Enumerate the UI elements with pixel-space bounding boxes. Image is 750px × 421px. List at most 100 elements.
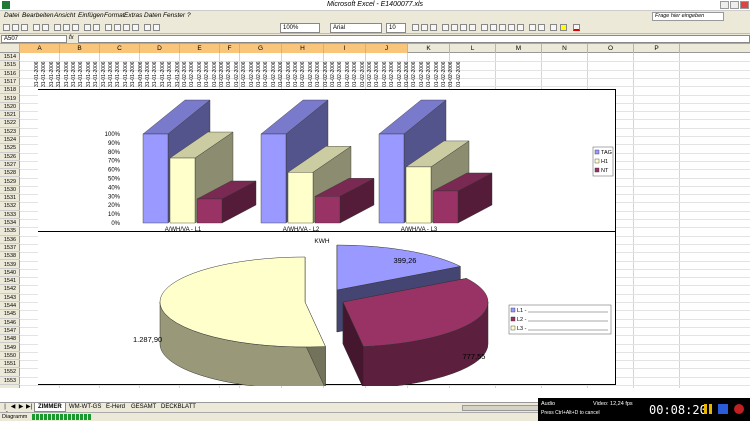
pie-chart[interactable]: KWH 399,26 777,55 1.287,90 L1 - L2 - L3 - [38,231,616,388]
column-header[interactable]: J [366,44,408,53]
date-cell[interactable]: 31-01-2006 [93,54,100,87]
row-header[interactable]: 1539 [0,261,20,269]
row-header[interactable]: 1550 [0,352,20,361]
date-cell[interactable]: 01-02-2006 [256,54,263,87]
date-cell[interactable]: 31-01-2006 [49,54,56,87]
borders-icon[interactable] [550,24,557,31]
date-cell[interactable]: 01-02-2006 [182,54,189,87]
row-header[interactable]: 1517 [0,78,20,87]
date-cell[interactable]: 01-02-2006 [397,54,404,87]
menu-format[interactable]: Format [104,12,125,19]
date-cell[interactable]: 01-02-2006 [374,54,381,87]
date-cell[interactable]: 01-02-2006 [367,54,374,87]
open-icon[interactable] [12,24,19,31]
menu-daten[interactable]: Daten [144,12,161,19]
date-cell[interactable]: 01-02-2006 [404,54,411,87]
first-sheet-button[interactable]: |◀ [2,404,8,417]
date-cell[interactable]: 31-01-2006 [108,54,115,87]
date-cell[interactable]: 31-01-2006 [167,54,174,87]
date-cell[interactable]: 01-02-2006 [293,54,300,87]
date-cell[interactable]: 31-01-2006 [56,54,63,87]
date-cell[interactable]: 31-01-2006 [130,54,137,87]
date-cell[interactable]: 01-02-2006 [189,54,196,87]
align-left-icon[interactable] [442,24,449,31]
row-header[interactable]: 1525 [0,144,20,153]
decrease-indent-icon[interactable] [529,24,536,31]
date-cell[interactable]: 01-02-2006 [448,54,455,87]
chart-wizard-icon[interactable] [144,24,151,31]
thousands-icon[interactable] [499,24,506,31]
date-cell[interactable]: 31-01-2006 [152,54,159,87]
fx-icon[interactable]: fx [69,35,77,43]
column-header[interactable]: N [542,44,588,53]
date-cell[interactable]: 01-02-2006 [382,54,389,87]
minimize-icon[interactable] [720,1,729,9]
date-cell[interactable]: 31-01-2006 [86,54,93,87]
copy-icon[interactable] [63,24,70,31]
row-header[interactable]: 1545 [0,310,20,319]
row-header[interactable]: 1548 [0,335,20,344]
row-header[interactable]: 1518 [0,86,20,95]
sheet-tab-e-herd[interactable]: E-Herd [103,403,128,412]
column-header[interactable]: F [220,44,240,53]
row-header[interactable]: 1519 [0,95,20,103]
date-cell[interactable]: 01-02-2006 [226,54,233,87]
row-header[interactable]: 1529 [0,178,20,186]
date-cell[interactable]: 31-01-2006 [64,54,71,87]
row-header[interactable]: 1526 [0,153,20,161]
sort-desc-icon[interactable] [132,24,139,31]
print-icon[interactable] [33,24,40,31]
menu-bearbeiten[interactable]: Bearbeiten [22,12,53,19]
bold-icon[interactable] [412,24,419,31]
pause-icon[interactable] [704,404,712,414]
row-header[interactable]: 1533 [0,211,20,219]
row-header[interactable]: 1544 [0,302,20,311]
percent-icon[interactable] [490,24,497,31]
row-header[interactable]: 1531 [0,194,20,203]
row-header[interactable]: 1520 [0,103,20,112]
row-header[interactable]: 1542 [0,285,20,294]
date-cell[interactable]: 01-02-2006 [345,54,352,87]
date-cell[interactable]: 01-02-2006 [204,54,211,87]
menu-einfuegen[interactable]: Einfügen [78,12,104,19]
date-cell[interactable]: 01-02-2006 [219,54,226,87]
column-header[interactable]: I [324,44,366,53]
formula-input[interactable] [78,35,750,43]
column-header[interactable]: H [282,44,324,53]
column-header[interactable]: D [140,44,180,53]
row-header[interactable]: 1538 [0,252,20,261]
date-cell[interactable]: 01-02-2006 [411,54,418,87]
date-cell[interactable]: 01-02-2006 [330,54,337,87]
row-header[interactable]: 1516 [0,70,20,78]
font-select[interactable]: Arial [330,23,382,33]
date-cell[interactable]: 31-01-2006 [115,54,122,87]
select-all-corner[interactable] [0,44,20,53]
menu-help[interactable]: ? [187,12,191,19]
sheet-tab-gesamt[interactable]: GESAMT [128,403,159,412]
italic-icon[interactable] [421,24,428,31]
date-cell[interactable]: 31-01-2006 [41,54,48,87]
column-header[interactable]: M [496,44,542,53]
date-cell[interactable]: 31-01-2006 [145,54,152,87]
date-cell[interactable]: 31-01-2006 [123,54,130,87]
save-icon[interactable] [21,24,28,31]
date-cell[interactable]: 01-02-2006 [234,54,241,87]
column-header[interactable]: P [634,44,680,53]
date-cell[interactable]: 01-02-2006 [315,54,322,87]
date-cell[interactable]: 01-02-2006 [263,54,270,87]
name-box[interactable]: A507 [1,35,67,43]
date-cell[interactable]: 01-02-2006 [286,54,293,87]
date-cell[interactable]: 31-01-2006 [34,54,41,87]
column-header[interactable]: A [20,44,60,53]
date-cell[interactable]: 01-02-2006 [441,54,448,87]
date-cell[interactable]: 01-02-2006 [300,54,307,87]
date-cell[interactable]: 31-01-2006 [175,54,182,87]
date-cell[interactable]: 01-02-2006 [249,54,256,87]
date-cell[interactable]: 31-01-2006 [101,54,108,87]
row-header[interactable]: 1523 [0,128,20,136]
worksheet-grid[interactable]: 31-01-2006 31-01-2006 31-01-2006 31-01-2006… [20,53,750,388]
column-header[interactable]: G [240,44,282,53]
date-cell[interactable]: 01-02-2006 [197,54,204,87]
row-header[interactable]: 1546 [0,319,20,327]
column-header[interactable]: C [100,44,140,53]
